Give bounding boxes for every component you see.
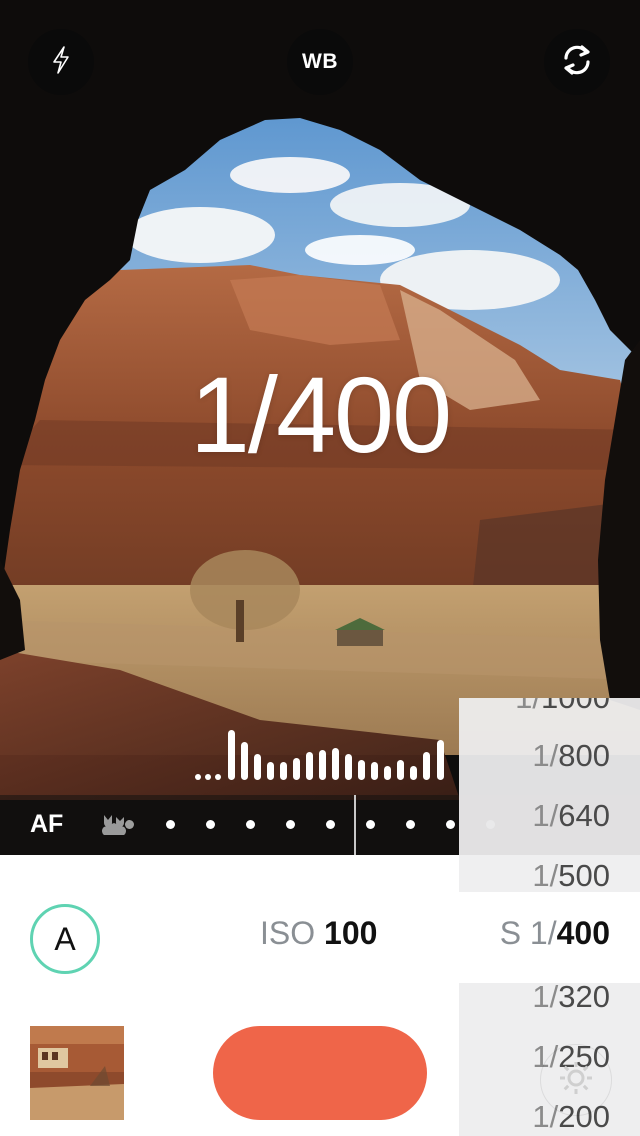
autofocus-toggle[interactable]: AF [30, 810, 63, 839]
camera-flip-button[interactable] [544, 29, 610, 95]
exposure-mode-label: A [54, 920, 76, 957]
histogram-bar [345, 754, 352, 780]
focus-tick [166, 820, 175, 829]
histogram-bar [241, 742, 248, 780]
exposure-histogram [195, 728, 455, 780]
white-balance-button[interactable]: WB [287, 29, 353, 95]
shutter-denominator: 400 [556, 915, 610, 951]
lightning-bolt-icon [49, 45, 73, 80]
tulip-macro-icon[interactable] [100, 811, 128, 842]
iso-control[interactable]: ISO 100 [260, 915, 377, 952]
histogram-bar [423, 752, 430, 780]
picker-option[interactable]: 1/320 [532, 983, 610, 1015]
shutter-speed-selected[interactable]: S 1/400 [500, 915, 610, 952]
histogram-bar [254, 754, 261, 780]
picker-option[interactable]: 1/800 [532, 738, 610, 774]
histogram-bar [371, 762, 378, 780]
focus-tick [125, 820, 134, 829]
picker-option[interactable]: 1/1000 [515, 698, 610, 716]
histogram-bar [410, 766, 417, 780]
focus-tick [286, 820, 295, 829]
histogram-bar [267, 762, 274, 780]
settings-button[interactable] [540, 1044, 612, 1116]
shutter-label: S [499, 915, 522, 951]
histogram-bar [332, 748, 339, 780]
shutter-numerator: 1/ [529, 915, 557, 951]
focus-tick [206, 820, 215, 829]
focus-tick [446, 820, 455, 829]
histogram-bar [306, 752, 313, 780]
histogram-bar [397, 760, 404, 780]
exposure-mode-button[interactable]: A [30, 904, 100, 974]
last-photo-thumbnail[interactable] [30, 1026, 124, 1120]
white-balance-label: WB [302, 50, 338, 73]
flash-button[interactable] [28, 29, 94, 95]
histogram-bar [280, 762, 287, 780]
camera-flip-icon [559, 42, 595, 83]
picker-upper-list: 1/1000 1/800 1/640 1/500 [459, 698, 640, 892]
histogram-dot [205, 774, 211, 780]
histogram-bar [384, 766, 391, 780]
shutter-readout-denominator: 400 [275, 354, 452, 475]
histogram-dot [215, 774, 221, 780]
picker-option[interactable]: 1/500 [532, 858, 610, 892]
focus-tick [406, 820, 415, 829]
shutter-button[interactable] [213, 1026, 427, 1120]
histogram-bar [437, 740, 444, 780]
histogram-bar [293, 758, 300, 780]
histogram-bar [358, 760, 365, 780]
iso-value: 100 [324, 915, 378, 951]
gear-icon [556, 1058, 596, 1103]
histogram-bar [319, 750, 326, 780]
histogram-bar [228, 730, 235, 780]
iso-label: ISO [260, 915, 316, 951]
focus-tick [326, 820, 335, 829]
shutter-readout-numerator: 1 [189, 354, 250, 475]
focus-tick [366, 820, 375, 829]
focus-position-indicator [354, 795, 356, 855]
focus-tick [246, 820, 255, 829]
histogram-dot [195, 774, 201, 780]
shutter-speed-readout: 1/400 [0, 352, 640, 477]
picker-option[interactable]: 1/640 [532, 798, 610, 834]
shutter-readout-slash: / [247, 354, 278, 475]
